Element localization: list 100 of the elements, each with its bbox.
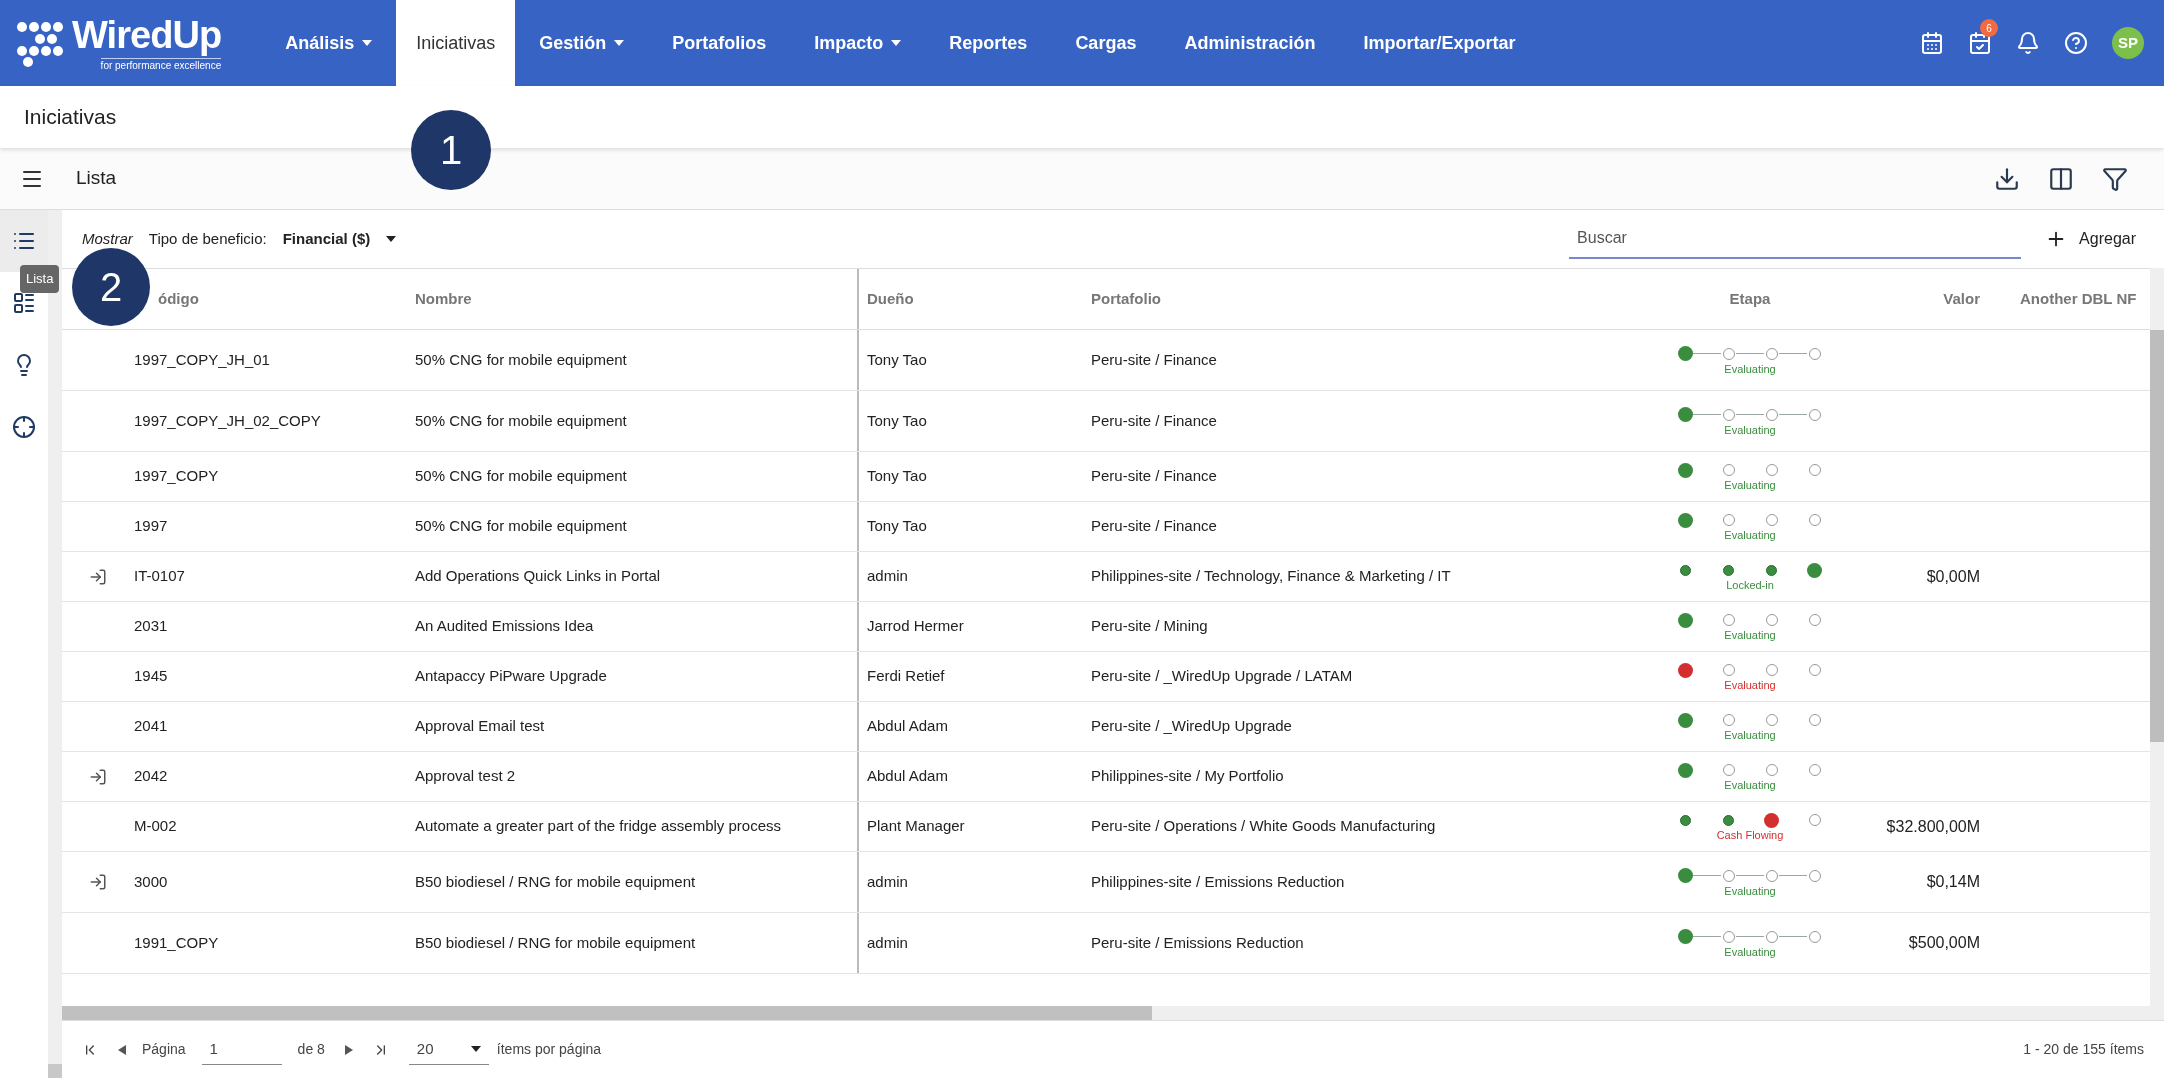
previous-page-icon[interactable]: [118, 1044, 126, 1055]
bell-icon[interactable]: [2016, 31, 2040, 55]
column-header[interactable]: Valor: [1943, 287, 1980, 311]
column-header[interactable]: Dueño: [867, 287, 914, 311]
linked-icon: [89, 567, 107, 586]
filter-icon[interactable]: [2102, 165, 2128, 192]
column-header[interactable]: Portafolio: [1091, 287, 1161, 311]
nav-tab[interactable]: Análisis: [261, 0, 397, 86]
linked-icon: [89, 767, 107, 786]
help-icon[interactable]: [2064, 31, 2088, 55]
caret-icon: [386, 236, 397, 242]
caret-icon: [891, 40, 902, 46]
table-cell-text: An Audited Emissions Idea: [415, 616, 595, 637]
stage-connector: [1736, 936, 1764, 937]
add-button[interactable]: Agregar: [2037, 227, 2144, 251]
table-cell-text: Approval test 2: [415, 766, 517, 787]
next-page-icon[interactable]: [344, 1044, 353, 1055]
scrollbar-thumb[interactable]: [62, 1006, 1152, 1020]
scrollbar-thumb[interactable]: [2150, 330, 2164, 742]
stage-label: Evaluating: [1724, 480, 1776, 491]
table-cell-text: admin: [867, 566, 908, 587]
task-calendar-icon[interactable]: [1968, 31, 1992, 55]
table-cell-text: Peru-site / _WiredUp Upgrade / LATAM: [1091, 666, 1354, 687]
table-cell-text: $0,00M: [1926, 566, 1980, 587]
stage-connector: [1779, 936, 1807, 937]
pagination-summary: 1 - 20 de 155 ítems: [2023, 1040, 2144, 1059]
nav-tab[interactable]: Reportes: [925, 0, 1052, 86]
table-cell-text: 1991_COPY: [134, 932, 220, 953]
nav-tab[interactable]: Cargas: [1051, 0, 1161, 86]
table-cell-text: 50% CNG for mobile equipment: [415, 466, 628, 487]
table-cell-text: Jarrod Hermer: [867, 616, 964, 637]
per-page-label: ítems por página: [496, 1040, 602, 1059]
table-cell-text: Peru-site / Finance: [1091, 410, 1218, 431]
linked-icon: [89, 873, 107, 891]
stage-label: Evaluating: [1724, 363, 1776, 375]
table-cell-text: Peru-site / Finance: [1091, 466, 1218, 487]
table-cell-text: 3000: [134, 871, 169, 892]
table-cell-text: Peru-site / Mining: [1091, 616, 1209, 637]
table-cell-text: Abdul Adam: [867, 766, 948, 787]
column-header[interactable]: Nombre: [415, 287, 472, 311]
table-cell-text: Philippines-site / Emissions Reduction: [1091, 871, 1346, 892]
table-cell-text: 1997_COPY_JH_01: [134, 349, 271, 370]
table-cell-text: Peru-site / _WiredUp Upgrade: [1091, 716, 1293, 737]
stage-connector: [1779, 353, 1807, 354]
nav-tab[interactable]: Importar/Exportar: [1339, 0, 1540, 86]
page-field[interactable]: 1: [201, 1033, 282, 1066]
stage-label: Evaluating: [1724, 530, 1776, 541]
table-cell-text: Philippines-site / My Portfolio: [1091, 766, 1285, 787]
stage-connector: [1779, 875, 1807, 876]
table-cell-text: Tony Tao: [867, 466, 927, 487]
table-cell-text: Tony Tao: [867, 410, 927, 431]
table-cell-text: 1945: [134, 666, 169, 687]
stage-connector: [1693, 353, 1721, 354]
stage-label: Evaluating: [1724, 780, 1776, 791]
stage-connector: [1736, 875, 1764, 876]
nav-tab[interactable]: Portafolios: [648, 0, 791, 86]
table-cell-text: 50% CNG for mobile equipment: [415, 516, 628, 537]
table-cell-text: $32.800,00M: [1886, 816, 1980, 837]
table-cell-text: 50% CNG for mobile equipment: [415, 349, 628, 370]
target-icon: [12, 415, 36, 439]
stage-connector: [1693, 875, 1721, 876]
scrollbar-thumb[interactable]: [48, 1064, 62, 1078]
stage-connector: [1693, 936, 1721, 937]
step-marker: 2: [72, 248, 150, 326]
download-icon[interactable]: [1994, 165, 2020, 192]
stage-connector: [1736, 353, 1764, 354]
table-cell-text: M-002: [134, 816, 178, 837]
columns-icon[interactable]: [2048, 165, 2074, 192]
table-cell-text: Plant Manager: [867, 816, 965, 837]
table-cell-text: B50 biodiesel / RNG for mobile equipment: [415, 932, 697, 953]
show-label: Mostrar: [82, 228, 133, 249]
table-cell-text: Approval Email test: [415, 716, 546, 737]
benefit-type-dropdown[interactable]: Financial ($): [282, 227, 397, 251]
column-header[interactable]: Etapa: [1729, 287, 1771, 311]
table-cell-text: Peru-site / Emissions Reduction: [1091, 932, 1305, 953]
calendar-icon[interactable]: [1920, 31, 1944, 55]
table-cell-text: 1997_COPY: [134, 466, 220, 487]
table-cell-text: 1997: [134, 516, 169, 537]
nav-tab[interactable]: Impacto: [790, 0, 926, 86]
page-title: Iniciativas: [24, 104, 117, 131]
vertical-scrollbar[interactable]: [2150, 268, 2164, 1020]
page-count: de 8: [297, 1040, 325, 1059]
table-cell-text: Peru-site / Finance: [1091, 349, 1218, 370]
table-cell-text: 1997_COPY_JH_02_COPY: [134, 410, 322, 431]
search-field[interactable]: Buscar: [1569, 219, 2022, 259]
table-cell-text: Peru-site / Finance: [1091, 516, 1218, 537]
column-header[interactable]: Another DBL NF: [2020, 287, 2137, 311]
nav-tab[interactable]: Iniciativas: [396, 0, 516, 86]
table-cell-text: Tony Tao: [867, 349, 927, 370]
table-cell-text: Ferdi Retief: [867, 666, 945, 687]
nav-tab[interactable]: Gestión: [515, 0, 649, 86]
table-cell-text: $500,00M: [1908, 933, 1980, 953]
page-size-dropdown[interactable]: 20: [408, 1033, 489, 1066]
stage-label: Locked-in: [1726, 580, 1774, 591]
horizontal-scrollbar[interactable]: [62, 1006, 2150, 1020]
column-header[interactable]: ódigo: [158, 287, 199, 311]
caret-icon: [362, 40, 373, 46]
logo-dots-icon: [16, 19, 64, 67]
table-cell-text: admin: [867, 932, 908, 953]
nav-tab[interactable]: Administración: [1160, 0, 1340, 86]
